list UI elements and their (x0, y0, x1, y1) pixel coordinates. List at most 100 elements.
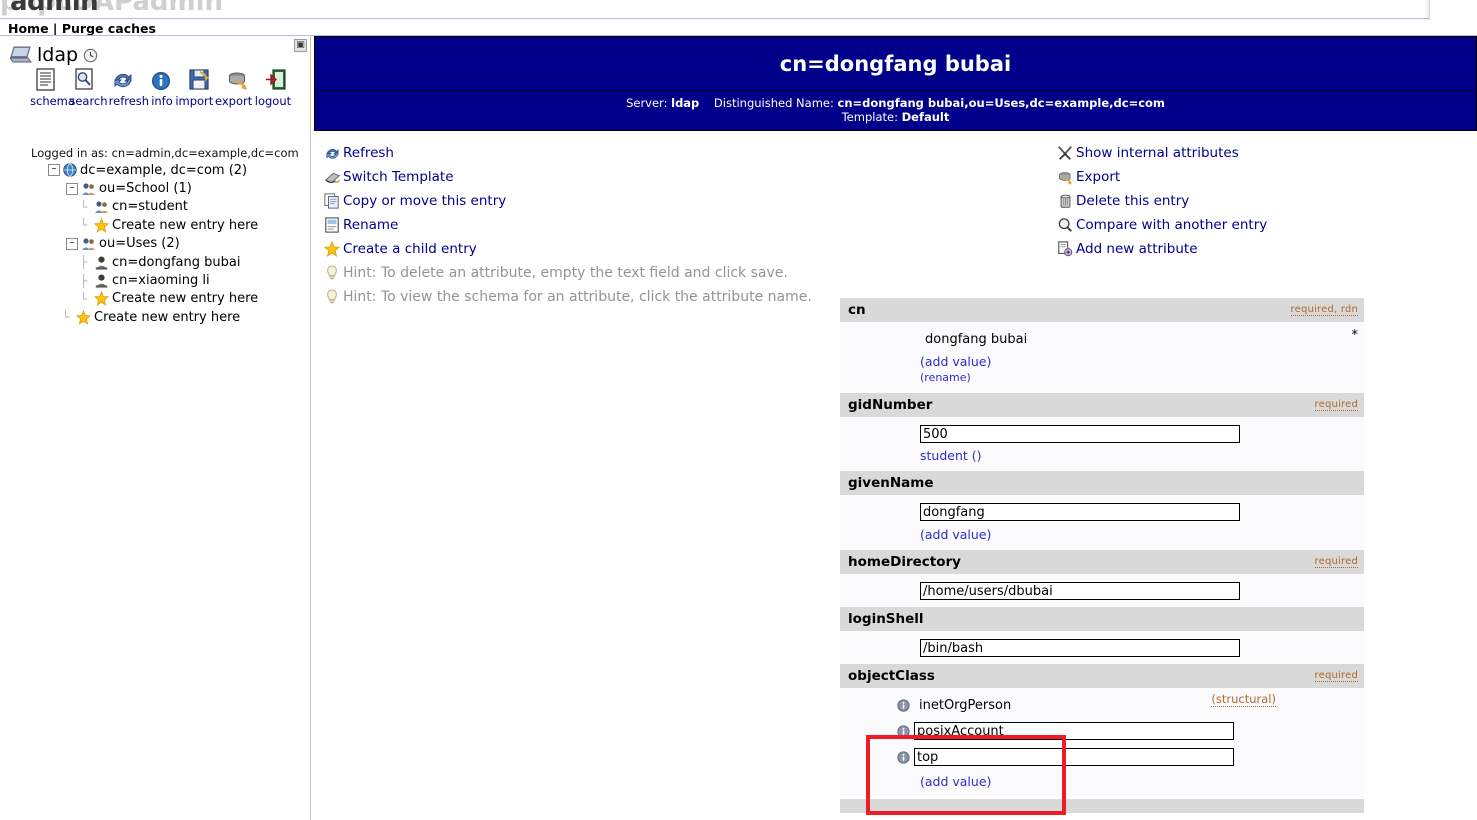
toolbar-link-export[interactable]: export (215, 94, 253, 108)
logged-in-as-label: Logged in as: cn=admin,dc=example,dc=com (31, 146, 299, 160)
action-show-internal-attributes[interactable]: Show internal attributes (1054, 141, 1267, 165)
add-value-link[interactable]: (add value) (920, 527, 991, 542)
attribute-name[interactable]: loginShell (848, 611, 924, 627)
group-icon (81, 182, 96, 196)
attribute-name[interactable]: cn (848, 302, 866, 318)
loginshell-value-input[interactable] (920, 639, 1240, 657)
toolbar-link-refresh[interactable]: refresh (109, 94, 149, 108)
star-icon (76, 309, 91, 325)
tree-label[interactable]: dc=example, dc=com (2) (80, 163, 247, 178)
attribute-header: gidNumber required (840, 393, 1364, 417)
schema-icon[interactable] (32, 66, 60, 92)
action-refresh[interactable]: Refresh (321, 141, 812, 165)
clock-icon[interactable] (83, 48, 98, 63)
attribute-value-row (840, 328, 1364, 350)
attribute-name[interactable]: homeDirectory (848, 554, 961, 570)
refresh-icon[interactable] (109, 66, 137, 92)
tree-label[interactable]: Create new entry here (94, 310, 240, 325)
tree-label[interactable]: ou=School (1) (99, 181, 192, 196)
info-icon[interactable] (892, 750, 914, 764)
objectclass-value-input-1[interactable] (914, 696, 1234, 714)
givenname-value-input[interactable] (920, 503, 1240, 521)
action-label[interactable]: Copy or move this entry (343, 193, 506, 209)
attribute-section-loginshell: loginShell (840, 607, 1364, 664)
toolbar-link-schema[interactable]: schema (30, 94, 75, 108)
action-export[interactable]: Export (1054, 165, 1267, 189)
tree-node-create-entry-school[interactable]: └ Create new entry here (0, 216, 310, 234)
tree-label[interactable]: cn=student (112, 199, 188, 214)
tree-label[interactable]: cn=xiaoming li (112, 273, 210, 288)
attribute-name[interactable]: givenName (848, 475, 934, 491)
tree-label[interactable]: cn=dongfang bubai (112, 255, 240, 270)
add-value-link[interactable]: (add value) (920, 354, 991, 369)
action-copy-or-move[interactable]: Copy or move this entry (321, 189, 812, 213)
entry-actions-right: Show internal attributes Export Delete t… (1054, 141, 1267, 261)
action-add-new-attribute[interactable]: Add new attribute (1054, 237, 1267, 261)
info-icon[interactable] (147, 66, 175, 92)
action-label[interactable]: Add new attribute (1076, 241, 1198, 257)
attribute-name[interactable]: gidNumber (848, 397, 932, 413)
tree-node-cn-student[interactable]: └ cn=student (0, 198, 310, 216)
homedirectory-value-input[interactable] (920, 582, 1240, 600)
ldap-tree: − dc=example, dc=com (2) − ou=School (1)… (0, 161, 310, 327)
attribute-links: student () (840, 448, 1364, 463)
tree-toggle-icon[interactable]: − (48, 164, 60, 177)
action-label[interactable]: Switch Template (343, 169, 454, 185)
tree-node-ou-school[interactable]: − ou=School (1) (0, 179, 310, 197)
attribute-body: (add value) (840, 495, 1364, 550)
tree-node-create-entry-uses[interactable]: └ Create new entry here (0, 290, 310, 308)
tree-node-ou-uses[interactable]: − ou=Uses (2) (0, 235, 310, 253)
logout-icon[interactable] (262, 66, 290, 92)
lightbulb-icon (321, 289, 343, 305)
breadcrumb-purge-caches[interactable]: Purge caches (62, 21, 156, 36)
rename-link[interactable]: (rename) (920, 371, 971, 384)
objectclass-value-input-3[interactable] (914, 748, 1234, 766)
objectclass-value-input-2[interactable] (914, 722, 1234, 740)
action-create-child-entry[interactable]: Create a child entry (321, 237, 812, 261)
attribute-value-row (840, 423, 1364, 445)
search-icon[interactable] (70, 66, 98, 92)
add-attribute-icon (1054, 241, 1076, 257)
action-label[interactable]: Rename (343, 217, 398, 233)
collapse-panel-icon[interactable]: ▣ (294, 39, 307, 52)
action-label[interactable]: Export (1076, 169, 1120, 185)
toolbar-link-search[interactable]: search (69, 94, 107, 108)
breadcrumb-home[interactable]: Home (8, 21, 49, 36)
required-star: * (1351, 328, 1359, 343)
info-icon[interactable] (892, 698, 914, 712)
tree-node-cn-dongfang-bubai[interactable]: ├ cn=dongfang bubai (0, 253, 310, 271)
tree-label[interactable]: ou=Uses (2) (99, 236, 180, 251)
cn-value-input[interactable] (920, 330, 1240, 348)
attribute-name[interactable]: objectClass (848, 668, 935, 684)
action-delete-entry[interactable]: Delete this entry (1054, 189, 1267, 213)
toolbar-link-info[interactable]: info (150, 94, 174, 108)
tree-label[interactable]: Create new entry here (112, 218, 258, 233)
tree-node-create-entry-root[interactable]: └ Create new entry here (0, 308, 310, 326)
toolbar-link-logout[interactable]: logout (254, 94, 292, 108)
template-meta-value: Default (901, 110, 950, 124)
gidnumber-value-input[interactable] (920, 425, 1240, 443)
entry-actions-left: Refresh Switch Template Copy or move thi… (321, 141, 812, 309)
action-compare-entry[interactable]: Compare with another entry (1054, 213, 1267, 237)
tree-toggle-icon[interactable]: − (66, 237, 78, 250)
tree-label[interactable]: Create new entry here (112, 291, 258, 306)
attribute-header: homeDirectory required (840, 550, 1364, 574)
action-label[interactable]: Refresh (343, 145, 394, 161)
action-label[interactable]: Show internal attributes (1076, 145, 1239, 161)
tree-node-dc-example[interactable]: − dc=example, dc=com (2) (0, 161, 310, 179)
action-label[interactable]: Delete this entry (1076, 193, 1189, 209)
action-switch-template[interactable]: Switch Template (321, 165, 812, 189)
tree-toggle-icon[interactable]: − (66, 182, 78, 195)
import-icon[interactable] (185, 66, 213, 92)
action-label[interactable]: Create a child entry (343, 241, 477, 257)
add-value-link[interactable]: (add value) (920, 774, 991, 789)
action-label[interactable]: Compare with another entry (1076, 217, 1267, 233)
export-icon[interactable] (224, 66, 252, 92)
attribute-section-homedirectory: homeDirectory required (840, 550, 1364, 607)
server-header: ldap (10, 44, 98, 66)
info-icon[interactable] (892, 724, 914, 738)
action-rename[interactable]: Rename (321, 213, 812, 237)
tree-node-cn-xiaoming-li[interactable]: ├ cn=xiaoming li (0, 271, 310, 289)
gidnumber-group-link[interactable]: student () (920, 448, 982, 463)
toolbar-link-import[interactable]: import (175, 94, 213, 108)
